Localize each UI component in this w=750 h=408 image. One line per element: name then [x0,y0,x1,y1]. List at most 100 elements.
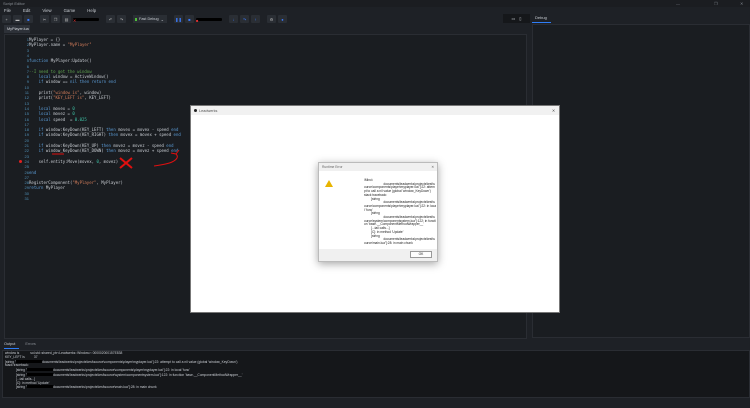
save-icon[interactable]: ■ [24,15,33,23]
code-token: if [38,148,46,154]
code-token: movex = movex - speed [118,127,172,133]
code-line: local movex = 0 [29,106,75,111]
undo-icon[interactable]: ↶ [106,15,115,23]
ok-button[interactable]: OK [410,251,432,258]
line-number: 15 [24,111,29,117]
continue-icon[interactable]: ■ [185,15,194,23]
line-number: 27 [24,174,29,180]
side-panel-icon[interactable]: ▯ [519,16,521,21]
output-console[interactable]: window is sol.std::shared_ptr<Leadwerks:… [2,350,750,398]
active-tab-indicator [4,348,19,349]
step-into-icon[interactable]: ↓ [229,15,238,23]
line-number: 22 [24,148,29,154]
delete-icon[interactable]: ✕ [73,17,99,23]
close-icon[interactable]: ✕ [552,108,555,113]
code-token: end [171,148,179,154]
code-token: MyPlayer.name = [29,42,68,48]
code-token: window:KeyDown(KEY_RIGHT) [45,132,109,138]
redo-icon[interactable]: ↷ [117,15,126,23]
menu-edit[interactable]: Edit [23,8,30,13]
output-line: [string " documents\leadwerks\projects\te… [5,385,157,390]
build-mode-dropdown[interactable]: Fast Debug ⌄ [133,15,167,23]
code-line: --I need to get the window [29,69,92,74]
minimize-button[interactable]: — [676,1,680,6]
code-token: if [38,132,46,138]
monitor-icon[interactable]: ▭ [512,16,516,21]
code-token: window:KeyDown(KEY_UP) [45,143,102,148]
redacted-block [27,385,54,389]
code-line: if window_KeyDown(KEY_DOWN) then movez =… [29,148,179,154]
help-globe-icon[interactable]: ● [278,15,287,23]
line-number: 21 [24,143,29,148]
code-line: if window:KeyDown(KEY_UP) then movez = m… [29,143,174,148]
window-title: Script Editor [3,1,25,6]
line-number: 20 [24,137,29,143]
code-line: if window:KeyDown(KEY_RIGHT) then movex … [29,132,181,137]
code-token: if [38,127,46,133]
code-token: then [106,148,119,154]
line-number: 14 [24,105,29,111]
tab-debug[interactable]: Debug [535,15,547,20]
play-icon [135,17,137,21]
code-token: then [101,143,114,148]
code-token: "window is" [53,90,80,95]
line-number: 6 [26,63,29,69]
menu-file[interactable]: File [4,8,11,13]
menu-help[interactable]: Help [87,8,96,13]
code-token: end [171,127,179,133]
leadwerks-logo-icon [194,109,197,112]
new-file-icon[interactable]: + [2,15,11,23]
code-token: local [38,116,54,122]
close-button[interactable]: ✕ [740,1,743,6]
code-token: end [173,132,181,138]
code-line: local movez = 0 [29,111,75,116]
code-line: if window:KeyDown(KEY_LEFT) then movex =… [29,127,179,133]
line-number: 12 [24,95,29,101]
line-number: 17 [24,121,29,127]
line-number: 10 [24,84,29,90]
code-token: window:KeyDown(KEY_LEFT) [45,127,107,133]
code-token: , KEY_LEFT) [84,95,111,101]
line-number: 29 [24,185,29,191]
line-number: 7 [26,68,29,74]
step-out-icon[interactable]: ↑ [251,15,260,23]
code-line: MyPlayer.name = "MyPlayer" [29,42,92,47]
tab-output[interactable]: Output [4,342,15,346]
line-number: 8 [26,74,29,80]
menu-game[interactable]: Game [64,8,76,13]
breakpoint-icon[interactable] [19,159,22,163]
code-token: self.entity:Move(movex, [29,158,97,164]
chevron-down-icon: ⌄ [160,17,164,22]
debug-panel [532,24,750,338]
code-token: end [166,143,174,148]
copy-icon[interactable]: ❐ [51,15,60,23]
output-tabs: Output Errors [4,342,36,346]
cut-icon[interactable]: ✂ [40,15,49,23]
code-token: movez = movez + speed [118,148,172,154]
dialog-close-button[interactable]: ✕ [431,165,434,169]
redacted-block [27,372,54,376]
code-token: window = ActiveWindow() [53,74,109,80]
line-number: 16 [24,116,29,122]
line-number: 31 [24,196,29,201]
pause-icon[interactable]: ❚❚ [174,15,183,23]
dialog-title: Runtime Error [322,165,343,169]
code-token: window == [45,79,70,85]
maximize-button[interactable]: ❐ [714,1,718,6]
error-message: \Mino\ documents\leadwerks\projects\test… [364,178,437,245]
stop-icon[interactable]: ■ [196,17,222,23]
code-line: end [29,170,36,175]
settings-gear-icon[interactable]: ⚙ [267,15,276,23]
tab-errors[interactable]: Errors [25,342,35,346]
code-token: MyPlayer:Update() [50,58,92,64]
step-over-icon[interactable]: ↷ [240,15,249,23]
code-token: movez = [53,111,73,117]
paste-icon[interactable]: ▤ [62,15,71,23]
line-number: 28 [24,180,29,186]
menu-view[interactable]: View [42,8,51,13]
code-token: print( [29,90,54,95]
open-folder-icon[interactable]: ▬ [13,15,22,23]
redacted-block [27,368,54,372]
tab-myplayer-lua[interactable]: MyPlayer.lua [4,25,30,33]
